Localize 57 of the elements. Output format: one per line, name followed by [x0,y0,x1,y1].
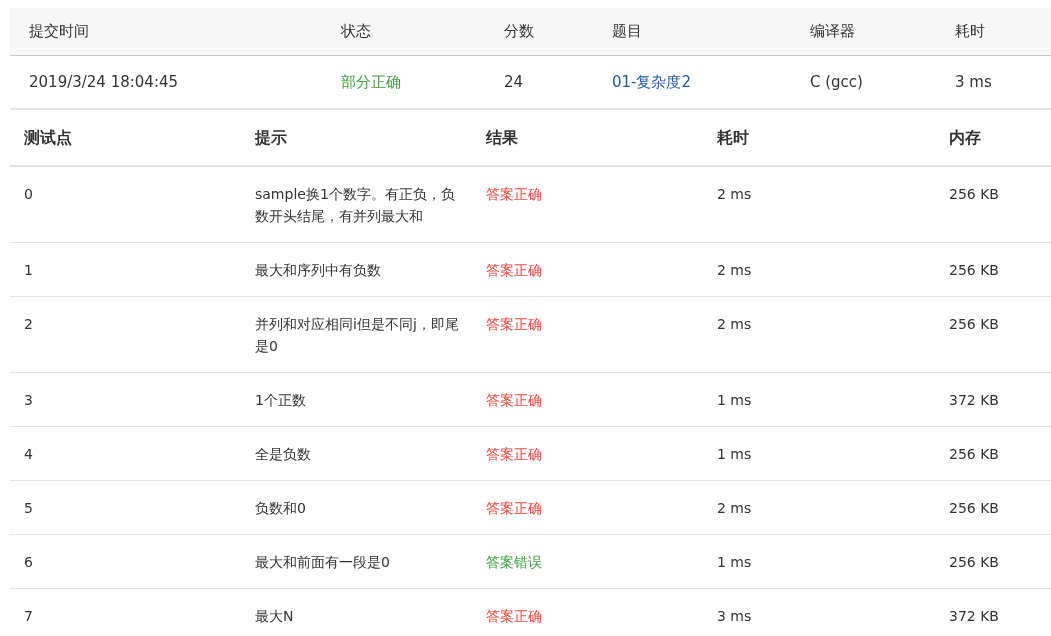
score: 24 [504,73,525,91]
memory-used: 256 KB [949,445,1000,464]
time-used: 2 ms [717,261,753,280]
result-text: 答案正确 [486,607,543,626]
time-used: 1 ms [717,445,753,464]
test-case-id: 0 [24,185,34,204]
status-text: 部分正确 [341,72,402,92]
test-case-id: 1 [24,261,34,280]
memory-used: 256 KB [949,315,1000,334]
compiler: C (gcc) [810,73,864,91]
result-text: 答案正确 [486,261,543,280]
test-case-id: 4 [24,445,34,464]
hint-text: 负数和0 [255,499,307,518]
column-header: 耗时 [955,22,986,41]
test-case-id: 5 [24,499,34,518]
column-header: 分数 [504,22,535,41]
result-text: 答案正确 [486,185,543,204]
result-text: 答案错误 [486,553,543,572]
hint-text: sample换1个数字。有正负，负数开头结尾，有并列最大和 [255,185,456,226]
test-case-id: 2 [24,315,34,334]
hint-text: 并列和对应相同i但是不同j，即尾是0 [255,315,460,356]
test-case-id: 6 [24,553,34,572]
time-used: 1 ms [717,391,753,410]
memory-used: 372 KB [949,391,1000,410]
hint-text: 1个正数 [255,391,307,410]
hint-text: 最大N [255,607,295,626]
hint-text: 最大和前面有一段是0 [255,553,391,572]
column-header: 编译器 [810,22,856,41]
memory-used: 372 KB [949,607,1000,626]
result-text: 答案正确 [486,445,543,464]
column-header: 内存 [949,127,982,149]
memory-used: 256 KB [949,499,1000,518]
time-used: 2 ms [717,185,753,204]
result-text: 答案正确 [486,499,543,518]
result-text: 答案正确 [486,391,543,410]
column-header: 测试点 [24,127,73,149]
column-header: 结果 [486,127,519,149]
memory-used: 256 KB [949,261,1000,280]
hint-text: 最大和序列中有负数 [255,261,382,280]
time-used: 2 ms [717,315,753,334]
time-used: 3 ms [717,607,753,626]
column-header: 题目 [612,22,643,41]
column-header: 提交时间 [29,22,90,41]
column-header: 提示 [255,127,288,149]
memory-used: 256 KB [949,185,1000,204]
test-case-id: 7 [24,607,34,626]
time-used: 2 ms [717,499,753,518]
time-used: 1 ms [717,553,753,572]
hint-text: 全是负数 [255,445,312,464]
column-header: 状态 [341,22,372,41]
submit-time: 2019/3/24 18:04:45 [29,73,180,91]
problem-link[interactable]: 01-复杂度2 [612,72,692,91]
memory-used: 256 KB [949,553,1000,572]
result-text: 答案正确 [486,315,543,334]
test-case-id: 3 [24,391,34,410]
duration: 3 ms [955,73,993,91]
column-header: 耗时 [717,127,750,149]
